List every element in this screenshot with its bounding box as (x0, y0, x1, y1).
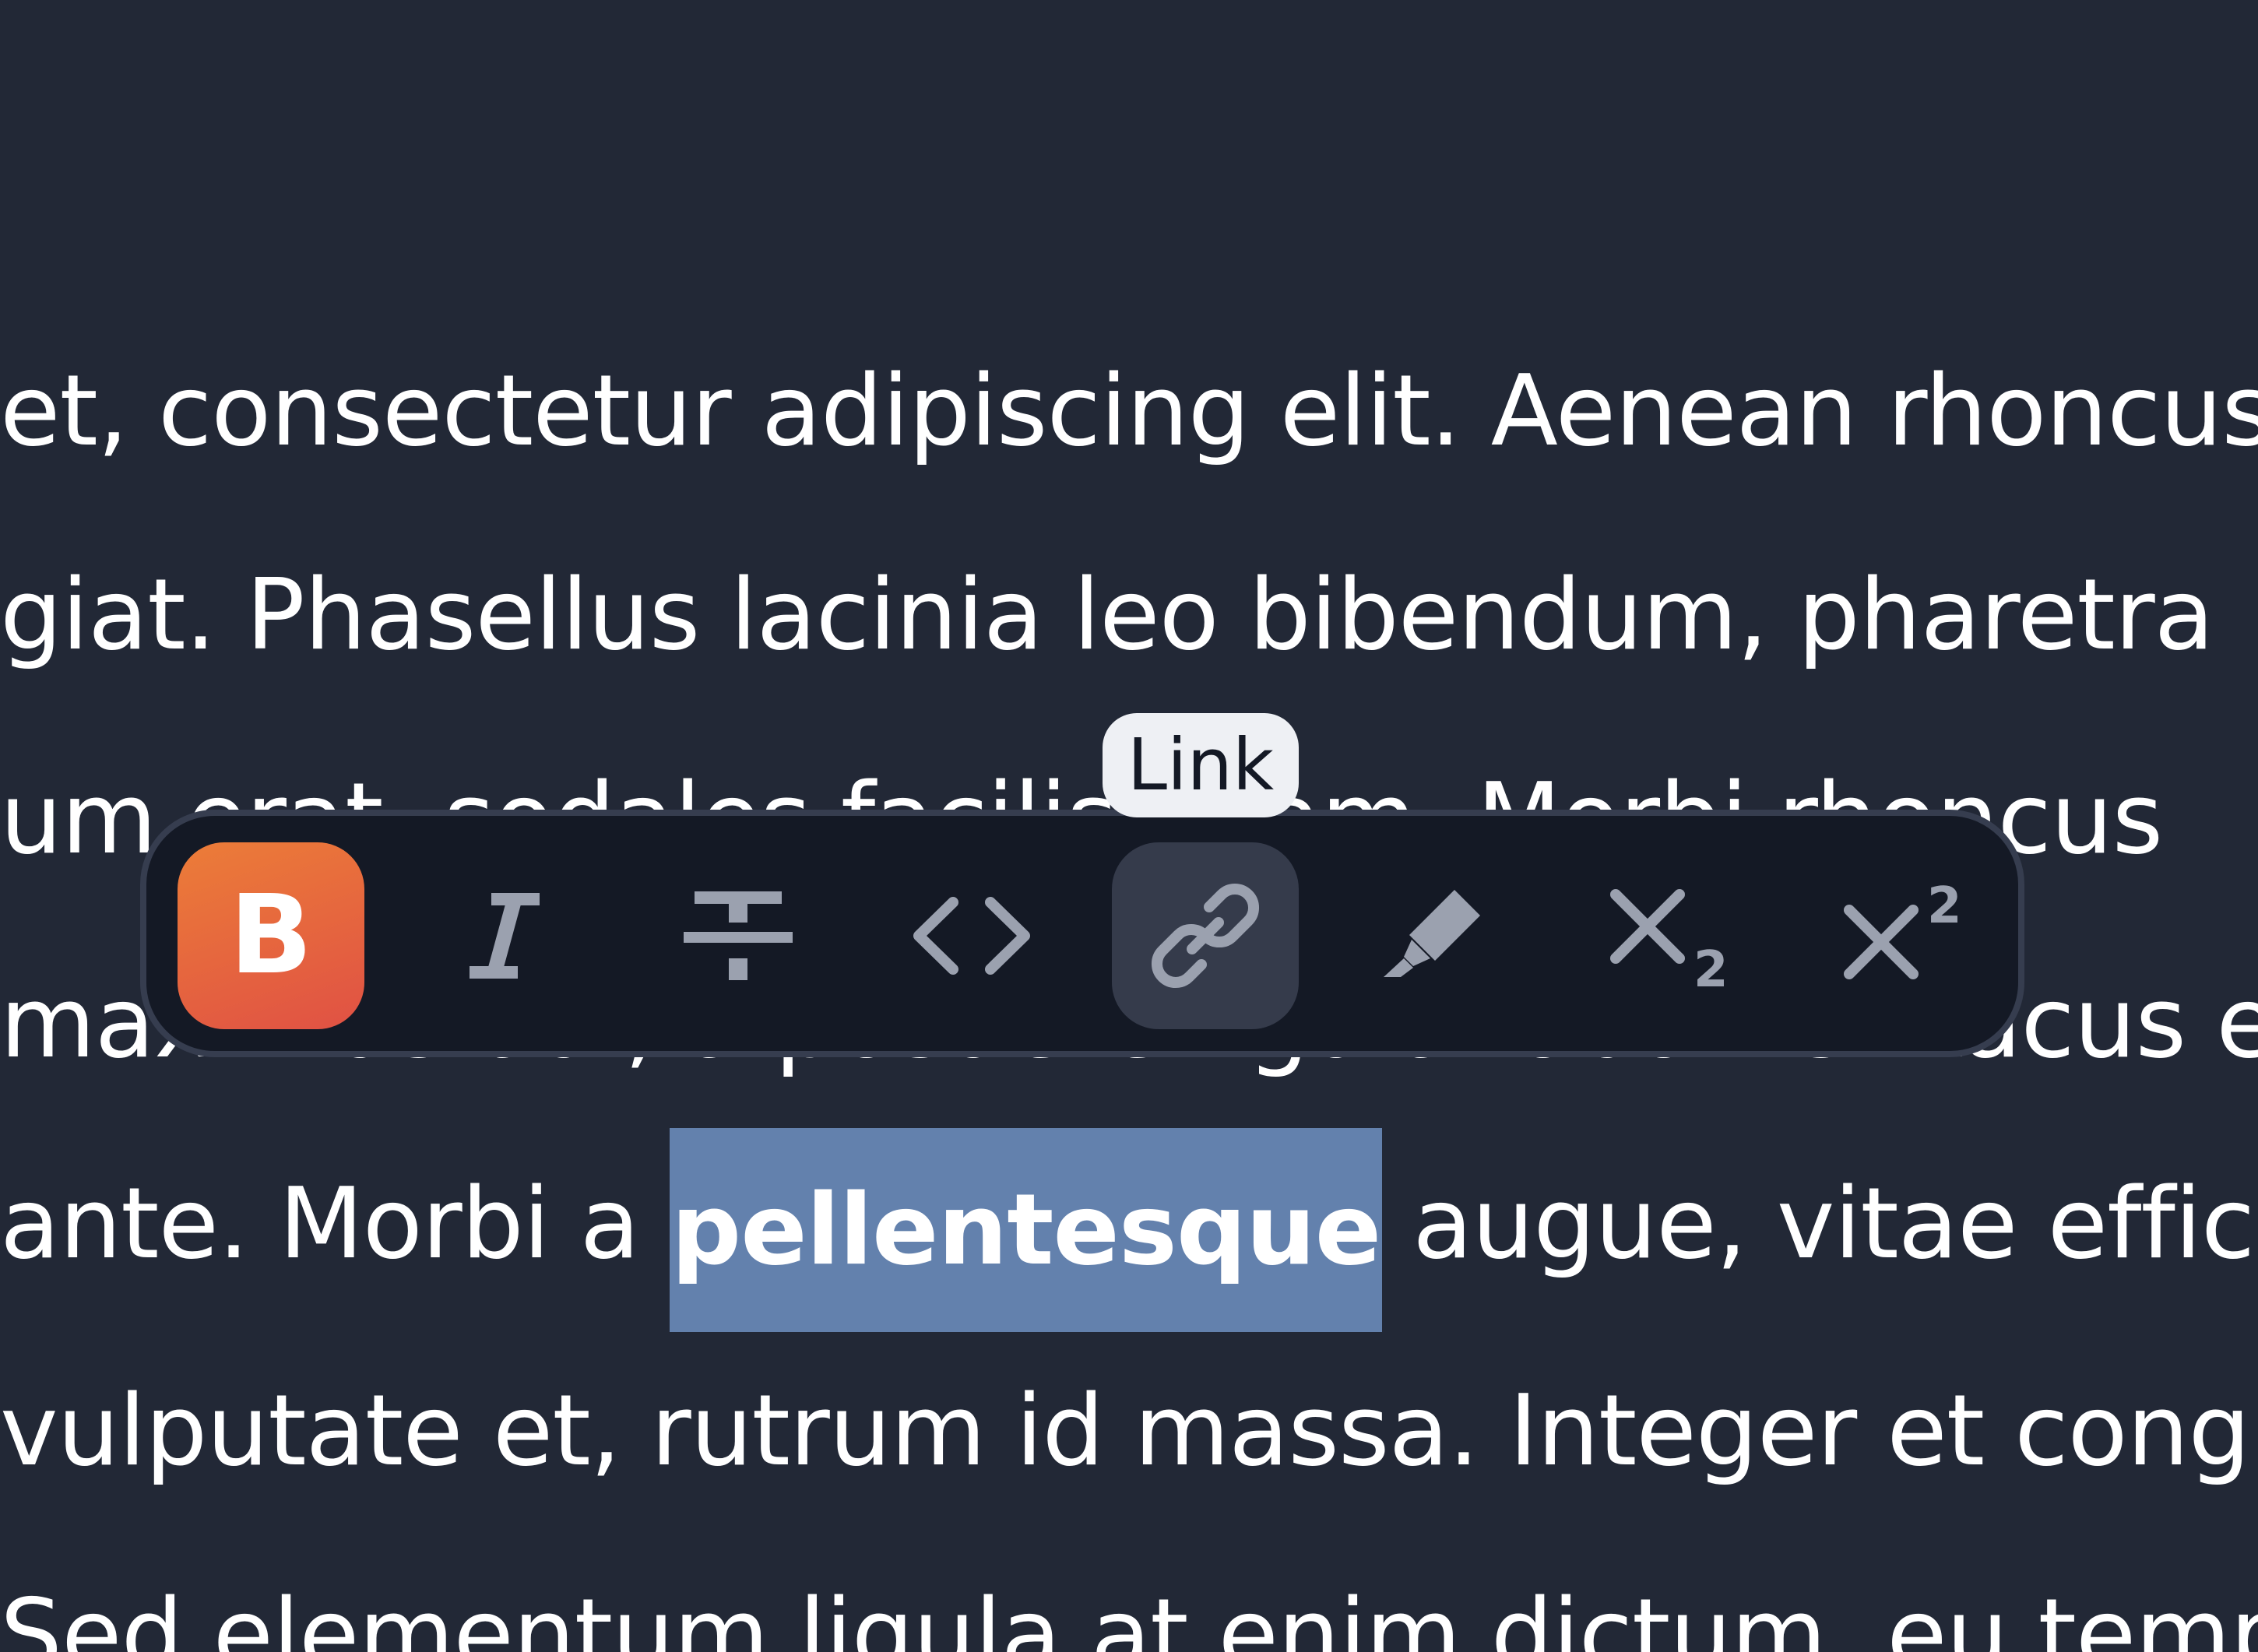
highlight-button[interactable] (1345, 842, 1532, 1029)
svg-text:2: 2 (1927, 877, 1962, 935)
selected-text[interactable]: pellentesque (670, 1128, 1383, 1333)
text-line[interactable]: Sed elementum ligula at enim dictum, eu … (0, 1576, 2258, 1652)
text-line-selection[interactable]: ante. Morbi a pellentesque augue, vitae … (0, 1122, 2258, 1333)
strikethrough-button[interactable] (645, 842, 832, 1029)
superscript-button[interactable]: 2 (1813, 842, 1999, 1029)
strikethrough-icon (684, 891, 793, 980)
bold-icon: B (229, 872, 313, 999)
text-after-selection[interactable]: augue, vitae efficitur (1382, 1166, 2258, 1281)
text-before-selection[interactable]: ante. Morbi a (0, 1166, 670, 1281)
link-icon (1151, 883, 1260, 989)
code-icon (913, 897, 1030, 975)
code-button[interactable] (878, 842, 1065, 1029)
subscript-button[interactable]: 2 (1579, 842, 1766, 1029)
link-tooltip: Link (1103, 713, 1299, 817)
text-line[interactable]: giat. Phasellus lacinia leo bibendum, ph… (0, 557, 2214, 673)
italic-icon (470, 893, 540, 979)
text-line[interactable]: vulputate et, rutrum id massa. Integer e… (0, 1373, 2258, 1489)
highlighter-icon (1384, 890, 1480, 977)
bold-button[interactable]: B (178, 842, 364, 1029)
link-button[interactable] (1112, 842, 1299, 1029)
svg-text:2: 2 (1694, 941, 1729, 994)
italic-button[interactable] (411, 842, 598, 1029)
formatting-toolbar: B 2 2 (140, 810, 2024, 1057)
text-line[interactable]: et, consectetur adipiscing elit. Aenean … (0, 353, 2258, 469)
superscript-icon: 2 (1844, 877, 1962, 979)
subscript-icon: 2 (1610, 889, 1729, 994)
